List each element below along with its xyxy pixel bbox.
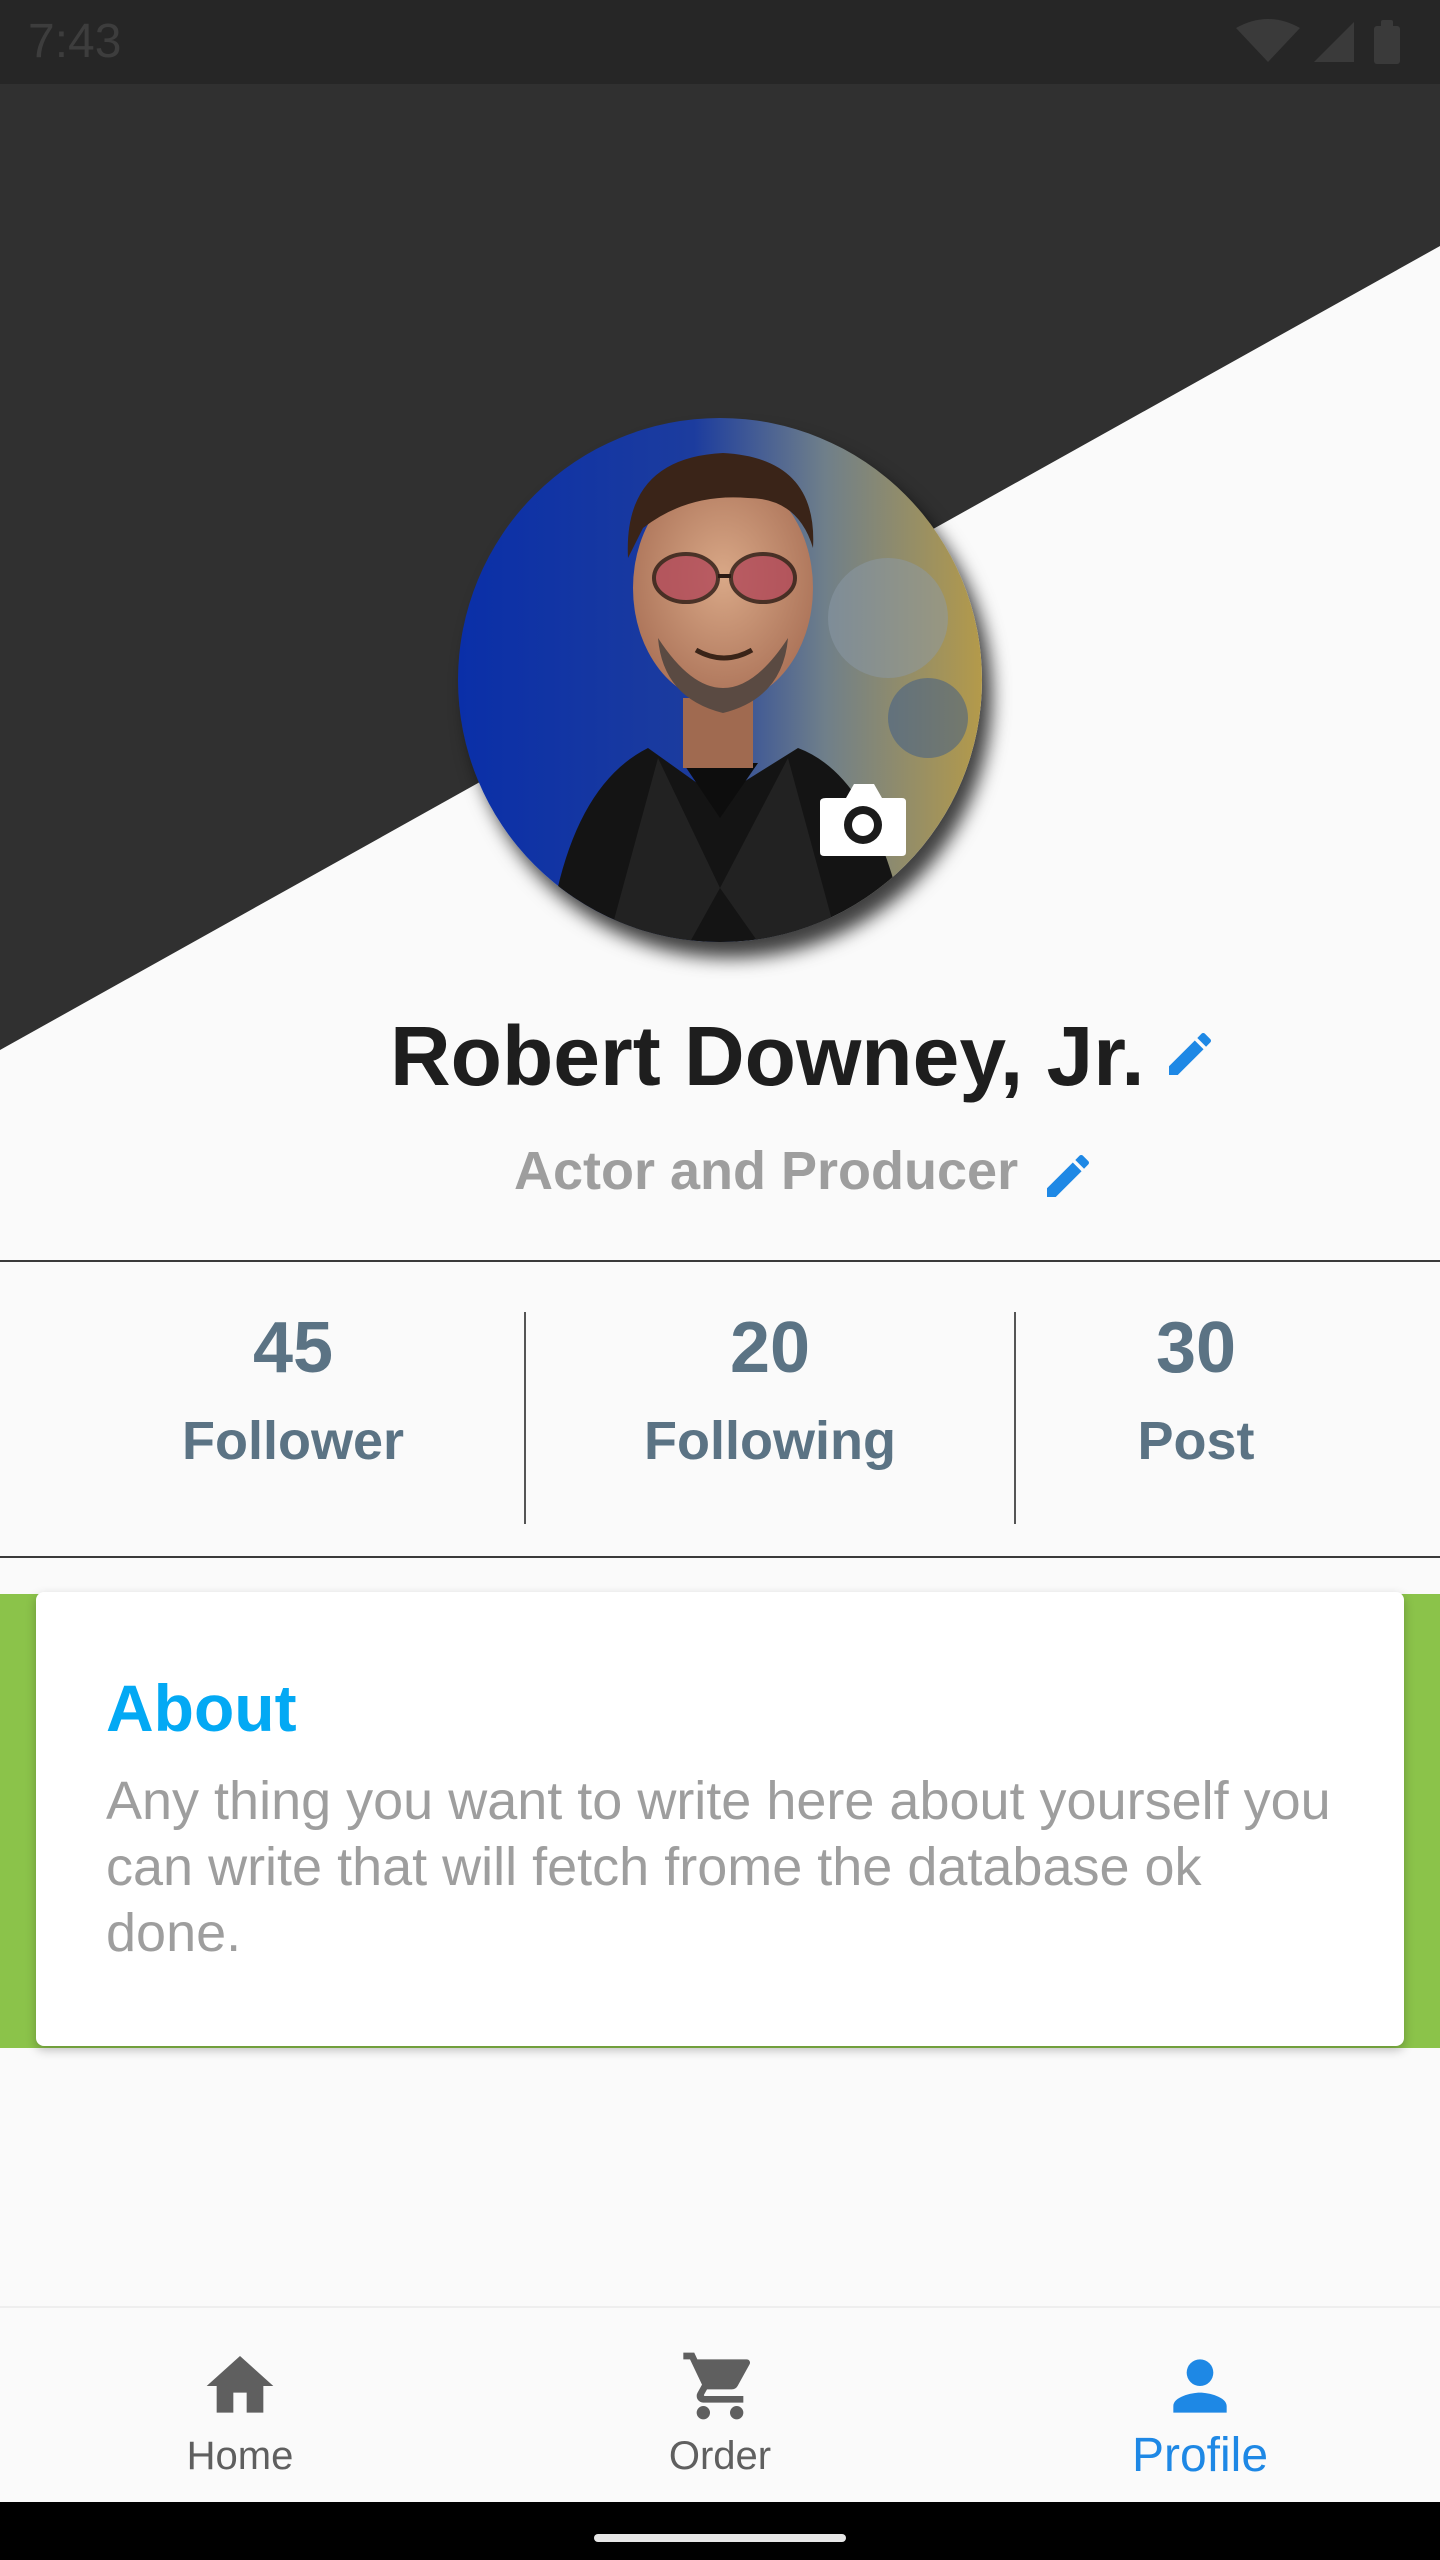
nav-item-label: Profile bbox=[1131, 2429, 1269, 2482]
stats-bottom-divider bbox=[0, 1556, 1440, 1558]
stat-follower-label: Follower bbox=[181, 1411, 404, 1471]
nav-item-order[interactable]: Order bbox=[570, 2308, 870, 2504]
status-time: 7:43 bbox=[28, 15, 122, 68]
edit-name-icon[interactable] bbox=[1162, 1026, 1218, 1082]
stat-post-label: Post bbox=[1137, 1411, 1255, 1471]
wifi-icon bbox=[1236, 19, 1300, 62]
profile-title-row: Actor and Producer bbox=[0, 1136, 1440, 1216]
cart-icon bbox=[683, 2352, 751, 2420]
battery-icon bbox=[1374, 20, 1400, 64]
about-body: Any thing you want to write here about y… bbox=[106, 1771, 1331, 1963]
profile-title: Actor and Producer bbox=[514, 1141, 1019, 1201]
nav-item-label: Home bbox=[186, 2434, 294, 2478]
profile-name-row: Robert Downey, Jr. bbox=[0, 1000, 1440, 1110]
profile-screen: 7:43 Robert Downey, Jr. Actor and Produc… bbox=[0, 0, 1440, 2560]
nav-item-profile[interactable]: Profile bbox=[1050, 2308, 1350, 2504]
stat-following-value: 20 bbox=[729, 1308, 811, 1388]
stat-post-value: 30 bbox=[1155, 1308, 1237, 1388]
nav-item-label: Order bbox=[668, 2434, 772, 2478]
edit-title-icon[interactable] bbox=[1040, 1148, 1096, 1204]
avatar-photo bbox=[458, 418, 982, 942]
about-heading: About bbox=[106, 1671, 297, 1745]
profile-avatar[interactable] bbox=[458, 418, 982, 942]
status-icons bbox=[1236, 19, 1400, 64]
status-bar: 7:43 bbox=[0, 0, 1440, 84]
profile-name: Robert Downey, Jr. bbox=[390, 1009, 1145, 1103]
home-gesture-handle[interactable] bbox=[594, 2534, 846, 2542]
stat-follower[interactable]: 45 Follower bbox=[60, 1262, 526, 1558]
stat-following-label: Following bbox=[644, 1411, 896, 1471]
gesture-navigation-bar bbox=[0, 2502, 1440, 2560]
stat-post[interactable]: 30 Post bbox=[1016, 1262, 1376, 1558]
stat-follower-value: 45 bbox=[252, 1308, 334, 1388]
nav-item-home[interactable]: Home bbox=[90, 2308, 390, 2504]
signal-icon bbox=[1314, 22, 1354, 62]
stat-following[interactable]: 20 Following bbox=[526, 1262, 1014, 1558]
stats-row: 45 Follower 20 Following 30 Post bbox=[0, 1262, 1440, 1558]
home-icon bbox=[206, 2356, 274, 2413]
camera-icon[interactable] bbox=[818, 778, 908, 860]
about-card: About Any thing you want to write here a… bbox=[36, 1592, 1404, 2046]
person-icon bbox=[1173, 2359, 1227, 2413]
bottom-navigation: Home Order Profile bbox=[0, 2306, 1440, 2502]
